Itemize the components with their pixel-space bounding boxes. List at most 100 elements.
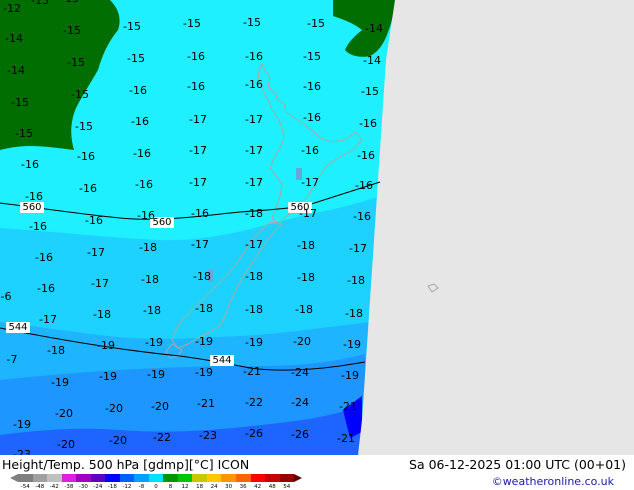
temperature-label: -16 xyxy=(357,149,375,162)
temperature-label: -20 xyxy=(109,434,127,447)
colorbar-segment xyxy=(206,474,222,482)
colorbar-tick: -54 xyxy=(20,484,30,490)
temperature-label: -18 xyxy=(295,303,313,316)
temperature-label: -21 xyxy=(337,432,355,445)
temperature-label: -26 xyxy=(291,428,309,441)
temperature-label: -16 xyxy=(133,147,151,160)
temperature-label: -17 xyxy=(39,313,57,326)
temperature-label: -16 xyxy=(137,209,155,222)
colorbar xyxy=(18,474,295,482)
colorbar-tick: -24 xyxy=(93,484,103,490)
temperature-label: -21 xyxy=(243,365,261,378)
temperature-label: -15 xyxy=(67,56,85,69)
temperature-label: -16 xyxy=(359,117,377,130)
temperature-label: -18 xyxy=(139,241,157,254)
temperature-label: -18 xyxy=(345,307,363,320)
colorbar-max-arrow xyxy=(294,474,302,482)
temperature-label: -17 xyxy=(189,144,207,157)
colorbar-tick: -18 xyxy=(107,484,117,490)
temperature-label: -23 xyxy=(199,429,217,442)
colorbar-min-arrow xyxy=(10,474,18,482)
temperature-label: -14 xyxy=(5,32,23,45)
temperature-label: -15 xyxy=(243,16,261,29)
temperature-label: -13 xyxy=(31,0,49,7)
temperature-label: -16 xyxy=(355,179,373,192)
contour-label: 544 xyxy=(212,355,231,366)
temperature-label: -16 xyxy=(135,178,153,191)
temperature-label: -16 xyxy=(37,282,55,295)
colorbar-segment xyxy=(279,474,295,482)
temperature-label: -17 xyxy=(245,113,263,126)
colorbar-segment xyxy=(47,474,62,482)
colorbar-segment xyxy=(18,474,33,482)
temperature-label: -19 xyxy=(51,376,69,389)
temperature-label: -16 xyxy=(131,115,149,128)
valid-datetime: Sa 06-12-2025 01:00 UTC (00+01) xyxy=(409,457,626,472)
temperature-label: -13 xyxy=(61,0,79,5)
temperature-label: -15 xyxy=(361,85,379,98)
temperature-label: -19 xyxy=(145,336,163,349)
colorbar-tick: -12 xyxy=(122,484,132,490)
colorbar-ticks: -54 -48 -42 -38 -30 -24 -18 -12 -8 0 8 12 18 24 30 36 42… xyxy=(18,484,294,490)
temperature-label: -16 xyxy=(187,80,205,93)
temperature-label: -17 xyxy=(301,176,319,189)
temperature-label: -16 xyxy=(129,84,147,97)
temperature-label: -17 xyxy=(299,207,317,220)
temperature-label: -16 xyxy=(85,214,103,227)
colorbar-tick: 18 xyxy=(196,484,204,490)
temperature-label: -17 xyxy=(349,242,367,255)
temperature-label: -14 xyxy=(7,64,25,77)
temperature-label: -20 xyxy=(293,335,311,348)
temperature-label: -20 xyxy=(55,407,73,420)
temperature-label: -14 xyxy=(363,54,381,67)
temperature-label: -17 xyxy=(245,238,263,251)
colorbar-segment xyxy=(134,474,149,482)
temperature-label: -16 xyxy=(77,150,95,163)
temperature-label: -16 xyxy=(303,80,321,93)
colorbar-tick: 8 xyxy=(168,484,173,490)
colorbar-segment xyxy=(177,474,193,482)
temperature-label: -17 xyxy=(87,246,105,259)
colorbar-segment xyxy=(76,474,91,482)
temperature-label: -16 xyxy=(245,78,263,91)
colorbar-segment xyxy=(265,474,280,482)
colorbar-segment xyxy=(163,474,178,482)
temperature-label: -24 xyxy=(291,396,309,409)
temperature-label: -19 xyxy=(97,339,115,352)
temperature-label: -23 xyxy=(13,448,31,455)
temperature-label: -19 xyxy=(13,418,31,431)
temperature-label: -19 xyxy=(245,336,263,349)
temperature-label: -16 xyxy=(25,190,43,203)
temperature-label: -16 xyxy=(301,144,319,157)
temperature-label: -21 xyxy=(339,400,357,413)
temperature-label: -17 xyxy=(245,144,263,157)
colorbar-tick: -8 xyxy=(138,484,145,490)
temperature-label: -19 xyxy=(195,335,213,348)
colorbar-segment xyxy=(148,474,164,482)
temperature-label: -15 xyxy=(11,96,29,109)
colorbar-tick: 42 xyxy=(254,484,262,490)
temperature-label: -17 xyxy=(189,113,207,126)
temperature-label: -19 xyxy=(341,369,359,382)
temperature-label: -18 xyxy=(245,303,263,316)
temperature-label: -18 xyxy=(245,207,263,220)
temperature-label: -26 xyxy=(245,427,263,440)
map-canvas: 560560560544544 -12-13-13-14-15-15-15-15… xyxy=(0,0,634,455)
colorbar-tick: -38 xyxy=(64,484,74,490)
colorbar-segment xyxy=(119,474,135,482)
temperature-label: -17 xyxy=(245,176,263,189)
temperature-label: -18 xyxy=(297,239,315,252)
temperature-label: -15 xyxy=(71,88,89,101)
colorbar-segment xyxy=(90,474,106,482)
temperature-label: -19 xyxy=(147,368,165,381)
temperature-label: -12 xyxy=(3,2,21,15)
map-footer: Height/Temp. 500 hPa [gdmp][°C] ICON Sa … xyxy=(0,455,634,490)
colorbar-tick: 48 xyxy=(268,484,276,490)
temperature-label: -17 xyxy=(91,277,109,290)
temperature-label: -16 xyxy=(191,207,209,220)
colorbar-segment xyxy=(250,474,266,482)
temperature-label: -16 xyxy=(29,220,47,233)
colorbar-segment xyxy=(61,474,77,482)
colorbar-tick: 30 xyxy=(225,484,233,490)
credit-link[interactable]: ©weatheronline.co.uk xyxy=(492,475,614,488)
